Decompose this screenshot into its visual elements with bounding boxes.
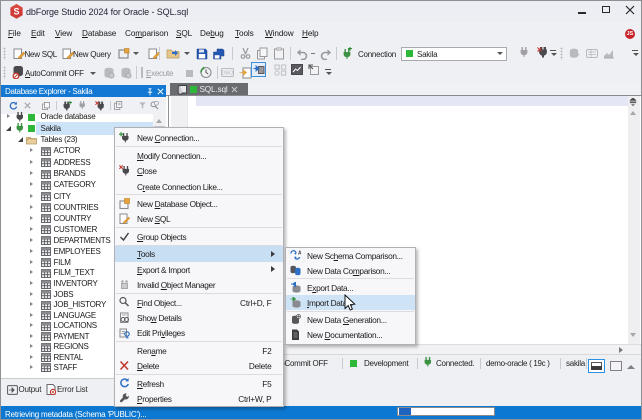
svg-text:DBO: DBO	[222, 71, 234, 77]
svg-text:A: A	[298, 250, 301, 256]
svg-text:S: S	[13, 7, 19, 17]
